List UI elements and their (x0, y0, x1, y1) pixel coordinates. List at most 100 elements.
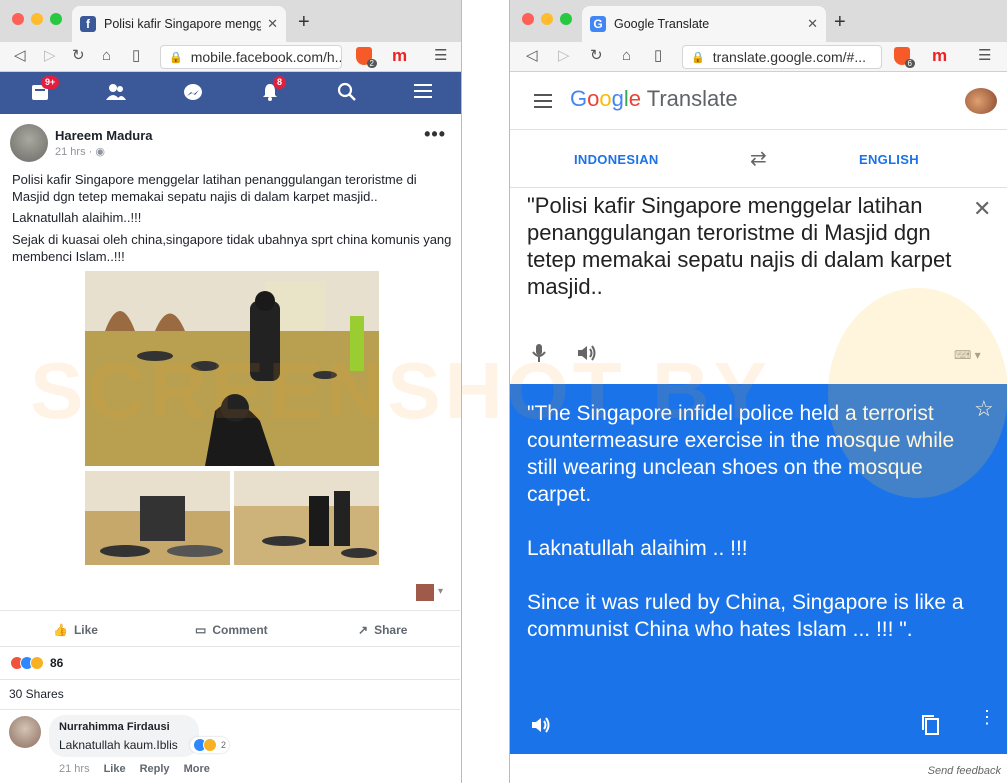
bookmark-icon[interactable]: ▯ (132, 47, 140, 65)
post-photo-3[interactable] (234, 471, 379, 565)
home-feed-icon[interactable]: 9+ (29, 76, 60, 104)
speaker-icon[interactable] (576, 344, 598, 367)
comments-divider (0, 709, 460, 710)
post-options-icon[interactable]: ••• (424, 124, 446, 145)
share-button[interactable]: ↗ Share (358, 623, 407, 637)
comment-more-button[interactable]: More (184, 763, 210, 775)
extension-m-icon[interactable]: m (932, 46, 947, 66)
messenger-icon[interactable] (182, 82, 204, 104)
swap-languages-icon[interactable]: ⇄ (750, 146, 767, 171)
back-icon[interactable]: ◁ (14, 47, 26, 65)
avatar[interactable] (10, 124, 48, 162)
like-button[interactable]: 👍 Like (53, 623, 98, 637)
language-bar: INDONESIAN ⇄ ENGLISH (510, 130, 1007, 188)
notifications-badge: 8 (273, 76, 287, 89)
maximize-window-button[interactable] (50, 13, 62, 25)
translate-wordmark: Translate (646, 86, 738, 111)
address-bar[interactable]: 🔒 mobile.facebook.com/h... (160, 45, 342, 69)
address-bar[interactable]: 🔒 translate.google.com/#... (682, 45, 882, 69)
google-translate-logo[interactable]: Google Translate (570, 86, 738, 112)
source-text-input[interactable]: "Polisi kafir Singapore menggelar latiha… (527, 192, 957, 300)
forward-icon[interactable]: ▷ (44, 47, 56, 65)
close-tab-icon[interactable]: ✕ (807, 16, 818, 32)
bookmark-icon[interactable]: ▯ (654, 47, 662, 65)
globe-icon: ◉ (95, 146, 105, 158)
send-feedback-link[interactable]: Send feedback (928, 765, 1001, 777)
menu-icon[interactable]: ☰ (978, 47, 991, 65)
shares-row[interactable]: 30 Shares (0, 679, 460, 709)
facebook-browser-window: f Polisi kafir Singapore menggelar la ✕ … (0, 0, 462, 783)
target-language-button[interactable]: ENGLISH (859, 152, 919, 167)
new-tab-button[interactable]: + (298, 11, 310, 34)
search-icon[interactable] (336, 82, 358, 104)
tab-google-translate[interactable]: G Google Translate ✕ (582, 6, 826, 42)
post-time-text: 21 hrs · (55, 146, 96, 158)
copy-icon[interactable] (920, 714, 940, 741)
microphone-icon[interactable] (532, 343, 546, 368)
account-avatar[interactable] (965, 88, 997, 114)
translate-header: Google Translate (510, 72, 1007, 130)
post-photo-main[interactable] (85, 271, 379, 466)
tab-facebook[interactable]: f Polisi kafir Singapore menggelar la ✕ (72, 6, 286, 42)
clear-text-icon[interactable]: ✕ (973, 196, 991, 222)
url-text: translate.google.com/#... (712, 49, 867, 65)
comment-author[interactable]: Nurrahimma Firdausi (59, 721, 189, 733)
friends-icon[interactable] (105, 82, 127, 104)
comment-reaction-count: 2 (221, 740, 227, 750)
menu-icon[interactable] (412, 82, 434, 104)
star-icon[interactable]: ☆ (974, 396, 994, 422)
tab-bar: f Polisi kafir Singapore menggelar la ✕ … (0, 0, 461, 42)
home-icon[interactable]: ⌂ (102, 47, 111, 65)
notifications-icon[interactable]: 8 (259, 76, 287, 104)
translate-favicon-icon: G (590, 16, 606, 32)
source-language-button[interactable]: INDONESIAN (574, 152, 659, 167)
forward-icon[interactable]: ▷ (558, 47, 570, 65)
wow-reaction-icon (30, 656, 44, 670)
facebook-post: Hareem Madura 21 hrs · ◉ ••• Polisi kafi… (0, 114, 460, 783)
translate-browser-window: G Google Translate ✕ + ◁ ▷ ↻ ⌂ ▯ 🔒 trans… (509, 0, 1007, 783)
more-options-icon[interactable]: ⋮ (978, 708, 996, 726)
translated-text: "The Singapore infidel police held a ter… (527, 402, 964, 641)
translation-output: "The Singapore infidel police held a ter… (510, 384, 1007, 754)
share-preview-thumbnail[interactable] (416, 584, 434, 601)
close-window-button[interactable] (522, 13, 534, 25)
commenter-avatar[interactable] (9, 716, 41, 748)
chevron-down-icon[interactable]: ▾ (438, 586, 443, 597)
sad-reaction-icon (203, 738, 217, 752)
post-actions: 👍 Like ▭ Comment ↗ Share (0, 610, 460, 646)
facebook-nav-bar: 9+ 8 (0, 72, 461, 114)
lock-icon: 🔒 (691, 51, 705, 64)
home-icon[interactable]: ⌂ (622, 47, 631, 65)
menu-icon[interactable]: ☰ (434, 47, 447, 65)
minimize-window-button[interactable] (31, 13, 43, 25)
comment-like-button[interactable]: Like (104, 763, 126, 775)
brave-shield-icon[interactable]: 2 (356, 47, 377, 68)
comment-button[interactable]: ▭ Comment (195, 623, 268, 637)
comment-reactions[interactable]: 2 (190, 737, 230, 753)
google-wordmark: Google (570, 86, 642, 111)
reactions-summary[interactable]: 86 (0, 646, 460, 679)
new-tab-button[interactable]: + (834, 11, 846, 34)
brave-shield-icon[interactable]: 6 (894, 47, 915, 68)
post-text-3: Sejak di kuasai oleh china,singapore tid… (12, 232, 452, 264)
close-tab-icon[interactable]: ✕ (267, 16, 278, 32)
reload-icon[interactable]: ↻ (590, 47, 603, 65)
lock-icon: 🔒 (169, 51, 183, 64)
minimize-window-button[interactable] (541, 13, 553, 25)
hamburger-menu-icon[interactable] (534, 94, 552, 112)
close-window-button[interactable] (12, 13, 24, 25)
thumbs-up-icon: 👍 (53, 623, 68, 637)
comment-reply-button[interactable]: Reply (140, 763, 170, 775)
post-photo-2[interactable] (85, 471, 230, 565)
maximize-window-button[interactable] (560, 13, 572, 25)
speaker-icon[interactable] (530, 716, 552, 739)
post-author[interactable]: Hareem Madura (55, 128, 153, 143)
keyboard-icon[interactable]: ⌨ ▾ (954, 348, 981, 362)
comment-bubble: Nurrahimma Firdausi Laknatullah kaum.Ibl… (49, 715, 199, 757)
back-icon[interactable]: ◁ (526, 47, 538, 65)
reload-icon[interactable]: ↻ (72, 47, 85, 65)
home-badge: 9+ (41, 76, 60, 89)
window-controls (12, 13, 62, 25)
reaction-icons: 86 (10, 656, 63, 670)
extension-m-icon[interactable]: m (392, 46, 407, 66)
